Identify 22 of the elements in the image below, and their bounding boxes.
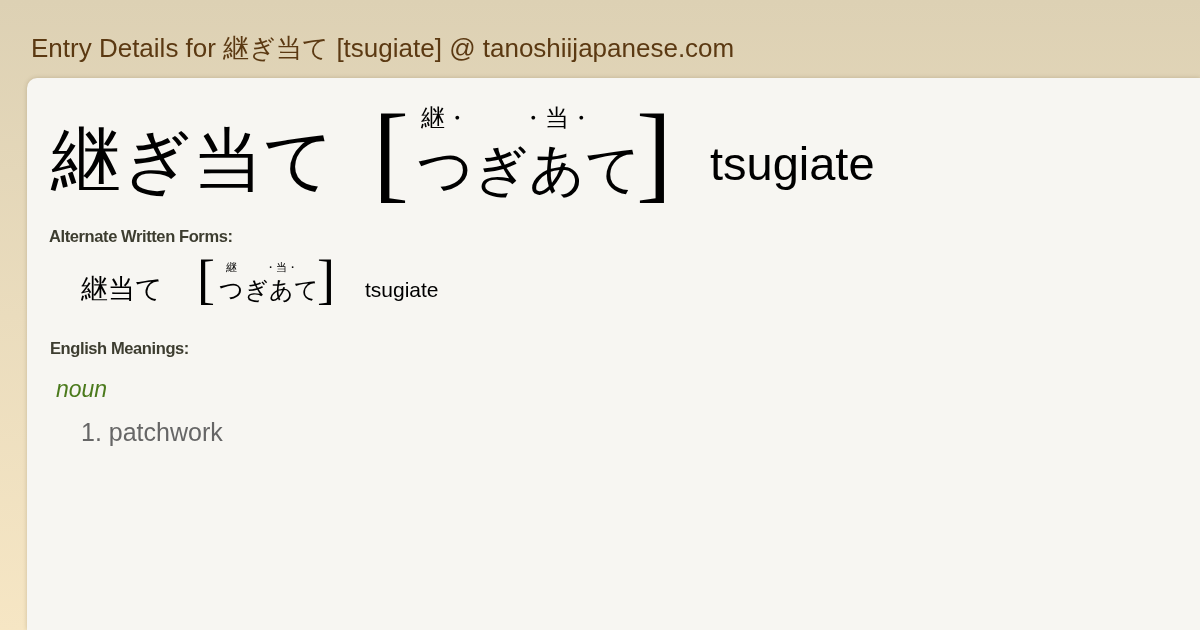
kana-text: ぎ	[244, 277, 269, 302]
section-heading: Alternate Written Forms:	[49, 226, 234, 247]
kanji-writing: 継当て	[81, 274, 163, 302]
bracket-text: ]	[317, 252, 335, 307]
furigana-text: ・当・	[265, 261, 298, 273]
meaning-text: 1. patchwork	[81, 417, 224, 449]
page-title: Entry Details for 継ぎ当て [tsugiate] @ tanoshiijapanese.com	[31, 32, 736, 65]
furigana-text: 継・	[420, 106, 469, 130]
kana-text: て	[294, 277, 319, 302]
romaji-text: tsugiate	[364, 278, 439, 300]
furigana-text: ・当・	[520, 106, 593, 130]
section-heading: English Meanings:	[50, 337, 190, 359]
kana-text: つ	[416, 142, 473, 197]
furigana-text: 継	[226, 261, 237, 273]
part-of-speech-text: noun	[56, 374, 109, 404]
kana-text: あ	[269, 277, 294, 302]
kana-text: つ	[219, 277, 244, 302]
kanji-writing: 継ぎ当て	[51, 125, 335, 195]
bracket-text: [	[373, 99, 409, 207]
bracket-text: [	[197, 252, 215, 307]
kana-text: ぎ	[472, 142, 529, 197]
kana-text: あ	[528, 142, 585, 197]
